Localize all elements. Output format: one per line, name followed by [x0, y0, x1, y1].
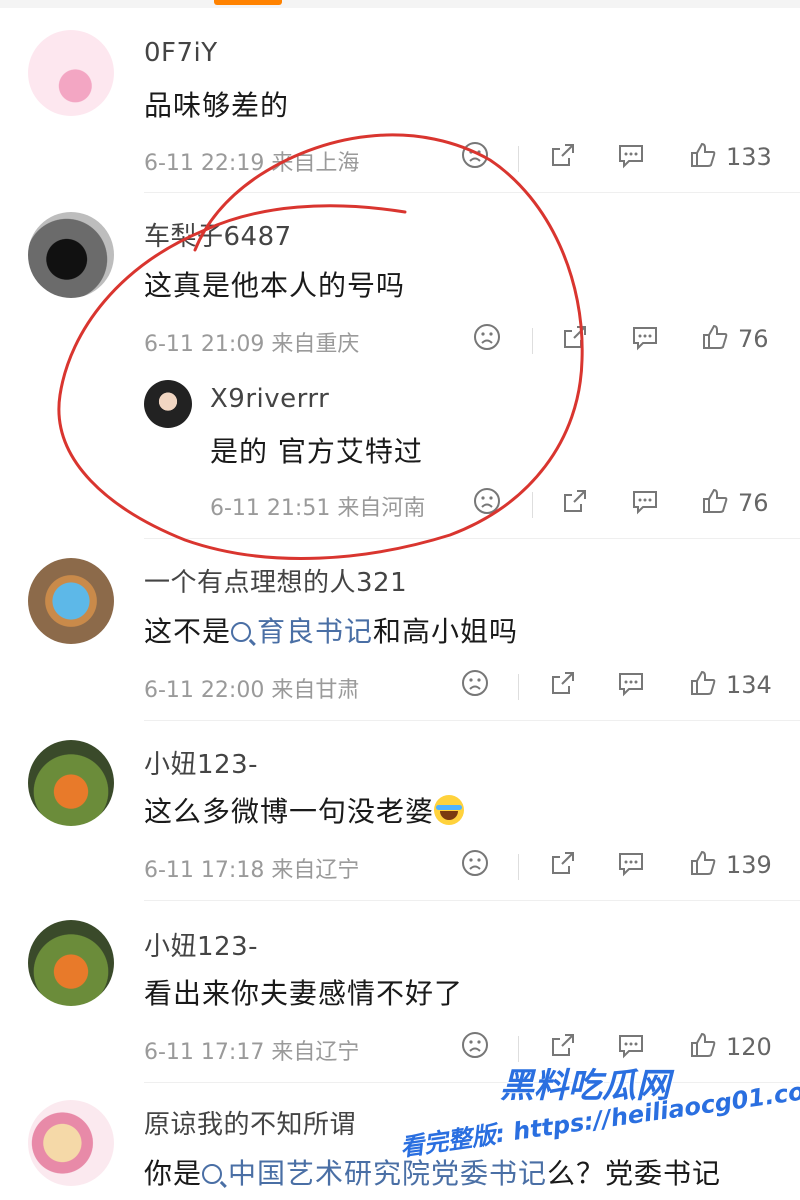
- thumbs-up-icon: [688, 140, 718, 174]
- share-button[interactable]: [548, 140, 578, 174]
- share-button[interactable]: [548, 848, 578, 882]
- divider: [532, 328, 533, 354]
- share-icon: [560, 486, 590, 520]
- comment-actions: 76: [472, 322, 800, 362]
- avatar[interactable]: [28, 30, 114, 116]
- comment-text: 这不是 育良书记和高小姐吗: [144, 615, 519, 648]
- avatar[interactable]: [28, 740, 114, 826]
- reply-author[interactable]: X9riverrr: [210, 384, 329, 414]
- comment-text: 这真是他本人的号吗: [144, 269, 406, 302]
- comment-text: 看出来你夫妻感情不好了: [144, 977, 464, 1010]
- like-count: 76: [738, 325, 769, 353]
- comment-author[interactable]: 一个有点理想的人321: [144, 562, 407, 599]
- comment-author[interactable]: 小妞123-: [144, 744, 258, 781]
- comment-icon: [630, 322, 660, 356]
- reply-button[interactable]: [616, 848, 646, 882]
- frown-icon: [472, 486, 502, 520]
- avatar[interactable]: [28, 558, 114, 644]
- comment-icon: [630, 486, 660, 520]
- comment-actions: 139: [460, 848, 800, 888]
- reply-button[interactable]: [630, 322, 660, 356]
- laugh-cry-emoji-icon: [434, 795, 465, 825]
- share-icon: [548, 848, 578, 882]
- share-icon: [548, 140, 578, 174]
- search-icon: [202, 1164, 223, 1184]
- divider: [144, 900, 800, 901]
- topic-link[interactable]: 育良书记: [231, 615, 373, 648]
- comment-author[interactable]: 车梨子6487: [144, 216, 292, 253]
- frown-icon: [460, 668, 490, 702]
- comment-actions: 133: [460, 140, 800, 180]
- comment-text: 品味够差的: [144, 89, 290, 122]
- thumbs-up-icon: [688, 848, 718, 882]
- dislike-button[interactable]: [460, 668, 490, 702]
- comment-icon: [616, 848, 646, 882]
- watermark: 黑料吃瓜网 看完整版: https://heiliaocg01.com: [398, 1050, 800, 1200]
- like-button[interactable]: 76: [700, 322, 769, 356]
- comment-author[interactable]: 小妞123-: [144, 926, 258, 963]
- comment-meta: 6-11 17:18 来自辽宁: [144, 858, 360, 883]
- like-count: 133: [726, 143, 772, 171]
- comment-meta: 6-11 22:00 来自甘肃: [144, 678, 360, 703]
- reply-avatar[interactable]: [144, 380, 192, 428]
- comment-author[interactable]: 0F7iY: [144, 38, 218, 68]
- comment-author[interactable]: 原谅我的不知所谓: [144, 1104, 356, 1141]
- comment-meta: 6-11 21:09 来自重庆: [144, 332, 360, 357]
- comment-meta: 6-11 17:17 来自辽宁: [144, 1040, 360, 1065]
- share-button[interactable]: [548, 668, 578, 702]
- dislike-button[interactable]: [460, 848, 490, 882]
- like-count: 76: [738, 489, 769, 517]
- share-icon: [560, 322, 590, 356]
- reply-button[interactable]: [616, 140, 646, 174]
- divider: [144, 192, 800, 193]
- like-count: 139: [726, 851, 772, 879]
- comment-actions: 134: [460, 668, 800, 708]
- divider: [518, 854, 519, 880]
- comment-icon: [616, 140, 646, 174]
- share-button[interactable]: [560, 486, 590, 520]
- share-icon: [548, 668, 578, 702]
- avatar[interactable]: [28, 920, 114, 1006]
- divider: [532, 492, 533, 518]
- frown-icon: [460, 848, 490, 882]
- search-icon: [231, 622, 252, 642]
- reply-actions: 76: [472, 486, 800, 526]
- dislike-button[interactable]: [472, 322, 502, 356]
- dislike-button[interactable]: [472, 486, 502, 520]
- like-button[interactable]: 134: [688, 668, 772, 702]
- thumbs-up-icon: [700, 322, 730, 356]
- reply-button[interactable]: [616, 668, 646, 702]
- reply-meta: 6-11 21:51 来自河南: [210, 496, 426, 521]
- share-button[interactable]: [560, 322, 590, 356]
- dislike-button[interactable]: [460, 140, 490, 174]
- comment-icon: [616, 668, 646, 702]
- top-bar: [0, 0, 800, 8]
- comment-text: 这么多微博一句没老婆: [144, 790, 465, 830]
- frown-icon: [460, 140, 490, 174]
- thumbs-up-icon: [700, 486, 730, 520]
- active-tab-indicator: [214, 0, 282, 5]
- like-button[interactable]: 76: [700, 486, 769, 520]
- thumbs-up-icon: [688, 668, 718, 702]
- like-button[interactable]: 139: [688, 848, 772, 882]
- divider: [518, 146, 519, 172]
- comment-meta: 6-11 22:19 来自上海: [144, 151, 360, 176]
- like-count: 134: [726, 671, 772, 699]
- annotation-circle: [57, 133, 584, 560]
- reply-button[interactable]: [630, 486, 660, 520]
- divider: [144, 720, 800, 721]
- avatar[interactable]: [28, 212, 114, 298]
- reply-text: 是的 官方艾特过: [210, 435, 423, 468]
- avatar[interactable]: [28, 1100, 114, 1186]
- divider: [144, 538, 800, 539]
- divider: [518, 674, 519, 700]
- frown-icon: [472, 322, 502, 356]
- like-button[interactable]: 133: [688, 140, 772, 174]
